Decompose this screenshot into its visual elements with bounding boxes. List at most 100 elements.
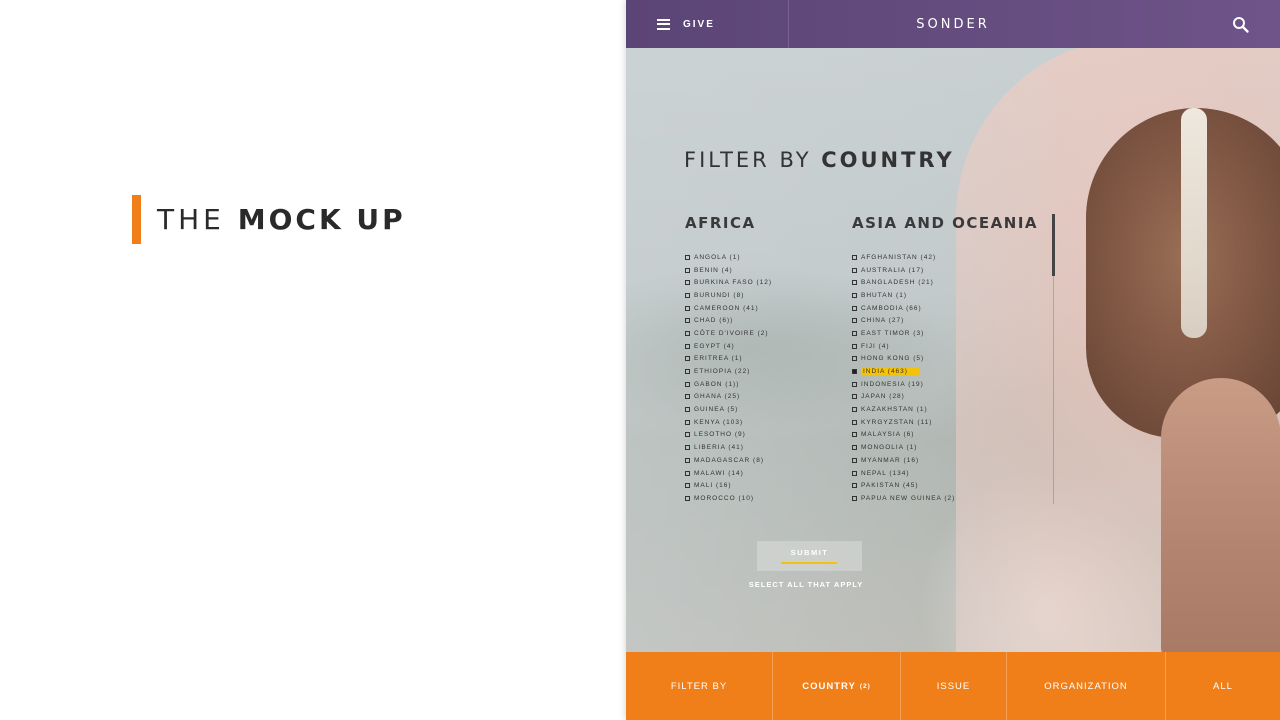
hamburger-icon[interactable] [657,18,670,30]
checkbox-icon[interactable] [685,280,690,286]
checkbox-icon[interactable] [852,318,857,324]
country-option[interactable]: GABON (1)) [685,378,835,391]
country-option[interactable]: ANGOLA (1) [685,251,835,264]
scrollbar-thumb[interactable] [1052,214,1055,276]
checkbox-icon[interactable] [852,254,857,260]
africa-country-list: ANGOLA (1) BENIN (4) BURKINA FASO (12) BURU… [685,251,835,505]
country-option[interactable]: MALAYSIA (6) [852,429,1052,442]
country-option[interactable]: LIBERIA (41) [685,441,835,454]
country-option[interactable]: ERITREA (1) [685,353,835,366]
country-option[interactable]: LESOTHO (9) [685,429,835,442]
country-option[interactable]: BANGLADESH (21) [852,276,1052,289]
select-hint-text: SELECT ALL THAT APPLY [748,580,864,589]
country-option-label: JAPAN (28) [861,393,905,401]
checkbox-icon[interactable] [852,445,857,451]
country-option[interactable]: MOROCCO (10) [685,492,835,505]
country-option[interactable]: CHINA (27) [852,314,1052,327]
asia-country-list: AFGHANISTAN (42) AUSTRALIA (17) BANGLADESH… [852,251,1052,505]
checkbox-icon[interactable] [685,419,690,425]
country-option[interactable]: MADAGASCAR (8) [685,454,835,467]
checkbox-icon[interactable] [852,369,857,375]
country-option[interactable]: BURUNDI (8) [685,289,835,302]
country-option[interactable]: CÔTE D'IVOIRE (2) [685,327,835,340]
region-asia-oceania: ASIA AND OCEANIA AFGHANISTAN (42) AUSTRAL… [852,214,1052,505]
tab-country[interactable]: COUNTRY (2) [773,652,901,720]
country-option[interactable]: CHAD (6)) [685,314,835,327]
checkbox-icon[interactable] [685,267,690,273]
tab-organization[interactable]: ORGANIZATION [1007,652,1166,720]
country-option-label: CÔTE D'IVOIRE (2) [694,329,769,337]
country-option[interactable]: CAMBODIA (66) [852,302,1052,315]
checkbox-icon[interactable] [685,483,690,489]
country-option[interactable]: ETHIOPIA (22) [685,365,835,378]
checkbox-icon[interactable] [685,356,690,362]
country-option[interactable]: AFGHANISTAN (42) [852,251,1052,264]
checkbox-icon[interactable] [685,432,690,438]
give-label[interactable]: GIVE [683,19,715,30]
checkbox-icon[interactable] [852,381,857,387]
checkbox-icon[interactable] [852,470,857,476]
checkbox-icon[interactable] [852,267,857,273]
submit-button[interactable]: SUBMIT [757,541,862,571]
checkbox-icon[interactable] [685,407,690,413]
country-option[interactable]: MONGOLIA (1) [852,441,1052,454]
country-option[interactable]: GUINEA (5) [685,403,835,416]
country-option[interactable]: MALI (16) [685,479,835,492]
checkbox-icon[interactable] [685,381,690,387]
checkbox-icon[interactable] [685,254,690,260]
country-option[interactable]: HONG KONG (5) [852,353,1052,366]
checkbox-icon[interactable] [852,330,857,336]
country-option[interactable]: AUSTRALIA (17) [852,264,1052,277]
country-option[interactable]: INDONESIA (19) [852,378,1052,391]
country-option[interactable]: CAMEROON (41) [685,302,835,315]
country-option[interactable]: KENYA (103) [685,416,835,429]
checkbox-icon[interactable] [852,394,857,400]
country-option[interactable]: BHUTAN (1) [852,289,1052,302]
country-option[interactable]: MALAWI (14) [685,467,835,480]
checkbox-icon[interactable] [852,343,857,349]
checkbox-icon[interactable] [852,495,857,501]
checkbox-icon[interactable] [852,419,857,425]
country-option[interactable]: JAPAN (28) [852,391,1052,404]
filter-heading-bold: COUNTRY [821,148,955,172]
checkbox-icon[interactable] [852,457,857,463]
tab-all[interactable]: ALL [1166,652,1280,720]
checkbox-icon[interactable] [685,343,690,349]
checkbox-icon[interactable] [685,305,690,311]
tab-issue[interactable]: ISSUE [901,652,1007,720]
checkbox-icon[interactable] [852,356,857,362]
country-option[interactable]: BENIN (4) [685,264,835,277]
checkbox-icon[interactable] [852,483,857,489]
checkbox-icon[interactable] [852,305,857,311]
country-option-label: GABON (1)) [694,380,740,388]
checkbox-icon[interactable] [852,407,857,413]
country-option[interactable]: EAST TIMOR (3) [852,327,1052,340]
country-option[interactable]: MYANMAR (16) [852,454,1052,467]
tab-country-label[interactable]: COUNTRY [802,681,856,692]
checkbox-icon[interactable] [685,394,690,400]
country-option[interactable]: KAZAKHSTAN (1) [852,403,1052,416]
checkbox-icon[interactable] [685,457,690,463]
checkbox-icon[interactable] [685,470,690,476]
checkbox-icon[interactable] [685,330,690,336]
checkbox-icon[interactable] [685,318,690,324]
country-option[interactable]: BURKINA FASO (12) [685,276,835,289]
menu-button[interactable]: GIVE [626,0,789,48]
checkbox-icon[interactable] [685,369,690,375]
checkbox-icon[interactable] [685,292,690,298]
checkbox-icon[interactable] [852,292,857,298]
country-option[interactable]: PAKISTAN (45) [852,479,1052,492]
checkbox-icon[interactable] [852,280,857,286]
checkbox-icon[interactable] [685,445,690,451]
country-option[interactable]: KYRGYZSTAN (11) [852,416,1052,429]
search-icon[interactable] [1232,16,1250,34]
country-option[interactable]: GHANA (25) [685,391,835,404]
checkbox-icon[interactable] [852,432,857,438]
country-option-label: KAZAKHSTAN (1) [861,406,928,414]
country-option[interactable]: NEPAL (134) [852,467,1052,480]
country-option[interactable]: EGYPT (4) [685,340,835,353]
country-option[interactable]: INDIA (463) [852,365,1052,378]
checkbox-icon[interactable] [685,495,690,501]
country-option[interactable]: PAPUA NEW GUINEA (2) [852,492,1052,505]
country-option[interactable]: FIJI (4) [852,340,1052,353]
